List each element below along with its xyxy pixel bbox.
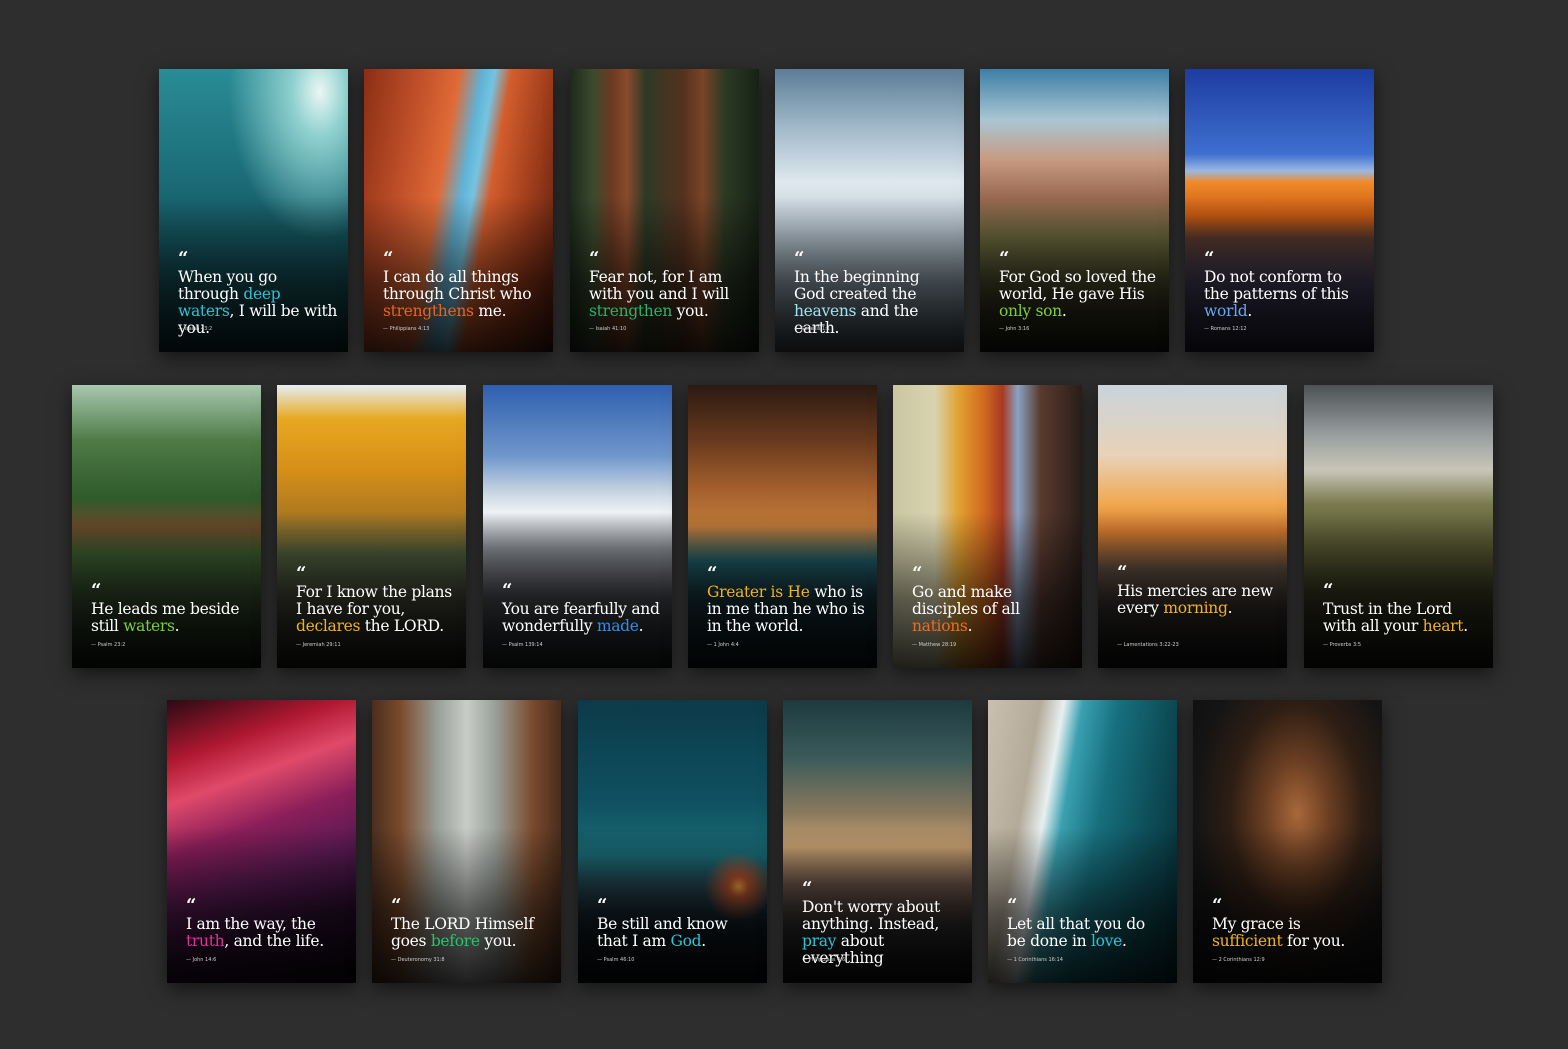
verse-reference: — Proverbs 3:5 [1323, 642, 1362, 648]
wallpaper-card[interactable]: “ Be still and know that I am God. — Psa… [578, 700, 767, 983]
verse-reference: — 1 John 4:4 [707, 642, 739, 648]
quote-icon: “ [502, 580, 513, 601]
wallpaper-collection: { "cards": [ {"pre":"When you go through… [0, 0, 1568, 1049]
verse-reference: — Jeremiah 29:11 [296, 642, 341, 648]
quote-icon: “ [802, 878, 813, 899]
verse-text: I am the way, the truth, and the life. [186, 915, 324, 950]
verse-text: I can do all things through Christ who s… [383, 268, 532, 320]
verse-text: He leads me beside still waters. [91, 600, 240, 635]
quote-icon: “ [91, 580, 102, 601]
wallpaper-card[interactable]: “ For God so loved the world, He gave Hi… [980, 69, 1169, 352]
wallpaper-card[interactable]: “ I am the way, the truth, and the life.… [167, 700, 356, 983]
verse-reference: — 1 Corinthians 16:14 [1007, 957, 1063, 963]
quote-icon: “ [589, 248, 600, 269]
quote-icon: “ [391, 895, 402, 916]
wallpaper-card[interactable]: “ In the beginning God created the heave… [775, 69, 964, 352]
wallpaper-card[interactable]: “ My grace is sufficient for you. — 2 Co… [1193, 700, 1382, 983]
wallpaper-card[interactable]: “ Let all that you do be done in love. —… [988, 700, 1177, 983]
wallpaper-card[interactable]: “ I can do all things through Christ who… [364, 69, 553, 352]
verse-reference: — Isaiah 43:2 [178, 326, 213, 332]
quote-icon: “ [597, 895, 608, 916]
verse-text: His mercies are new every morning. [1117, 582, 1273, 617]
verse-reference: — Philippians 4:13 [383, 326, 430, 332]
verse-text: Greater is He who is in me than he who i… [707, 583, 865, 635]
quote-icon: “ [178, 248, 189, 269]
verse-text: For God so loved the world, He gave His … [999, 268, 1156, 320]
verse-text: Fear not, for I am with you and I will s… [589, 268, 729, 320]
verse-reference: — Romans 12:12 [1204, 326, 1247, 332]
wallpaper-card[interactable]: “ For I know the plans I have for you, d… [277, 385, 466, 668]
verse-reference: — Isaiah 41:10 [589, 326, 627, 332]
wallpaper-card[interactable]: “ He leads me beside still waters. — Psa… [72, 385, 261, 668]
verse-text: You are fearfully and wonderfully made. [502, 600, 660, 635]
verse-reference: — Matthew 28:19 [912, 642, 957, 648]
verse-reference: — 2 Corinthians 12:9 [1212, 957, 1265, 963]
verse-text: The LORD Himself goes before you. [391, 915, 534, 950]
verse-text: For I know the plans I have for you, dec… [296, 583, 452, 635]
verse-reference: — John 14:6 [186, 957, 217, 963]
wallpaper-card[interactable]: “ Fear not, for I am with you and I will… [570, 69, 759, 352]
wallpaper-card[interactable]: “ When you go through deep waters, I wil… [159, 69, 348, 352]
wallpaper-card[interactable]: “ Do not conform to the patterns of this… [1185, 69, 1374, 352]
quote-icon: “ [999, 248, 1010, 269]
verse-text: Go and make disciples of all nations. [912, 583, 1020, 635]
verse-reference: — Lamentations 3:22-23 [1117, 642, 1179, 648]
wallpaper-card[interactable]: “ Greater is He who is in me than he who… [688, 385, 877, 668]
verse-text: Let all that you do be done in love. [1007, 915, 1145, 950]
verse-reference: — Psalm 46:10 [597, 957, 635, 963]
verse-reference: — Genesis 1:1 [794, 326, 831, 332]
quote-icon: “ [1204, 248, 1215, 269]
quote-icon: “ [912, 563, 923, 584]
wallpaper-card[interactable]: “ Go and make disciples of all nations. … [893, 385, 1082, 668]
verse-reference: — Deuteronomy 31:8 [391, 957, 445, 963]
wallpaper-card[interactable]: “ His mercies are new every morning. — L… [1098, 385, 1287, 668]
quote-icon: “ [794, 248, 805, 269]
verse-text: My grace is sufficient for you. [1212, 915, 1346, 950]
quote-icon: “ [296, 563, 307, 584]
quote-icon: “ [383, 248, 394, 269]
quote-icon: “ [186, 895, 197, 916]
wallpaper-card[interactable]: “ Trust in the Lord with all your heart.… [1304, 385, 1493, 668]
quote-icon: “ [707, 563, 718, 584]
quote-icon: “ [1007, 895, 1018, 916]
wallpaper-card[interactable]: “ The LORD Himself goes before you. — De… [372, 700, 561, 983]
wallpaper-card[interactable]: “ You are fearfully and wonderfully made… [483, 385, 672, 668]
verse-reference: — Philippians 4:6 [802, 957, 846, 963]
quote-icon: “ [1323, 580, 1334, 601]
quote-icon: “ [1117, 562, 1128, 583]
verse-reference: — John 3:16 [999, 326, 1030, 332]
verse-reference: — Psalm 139:14 [502, 642, 543, 648]
verse-text: Be still and know that I am God. [597, 915, 728, 950]
quote-icon: “ [1212, 895, 1223, 916]
wallpaper-card[interactable]: “ Don't worry about anything. Instead, p… [783, 700, 972, 983]
verse-text: Do not conform to the patterns of this w… [1204, 268, 1349, 320]
verse-text: Trust in the Lord with all your heart. [1323, 600, 1468, 635]
verse-reference: — Psalm 23:2 [91, 642, 126, 648]
